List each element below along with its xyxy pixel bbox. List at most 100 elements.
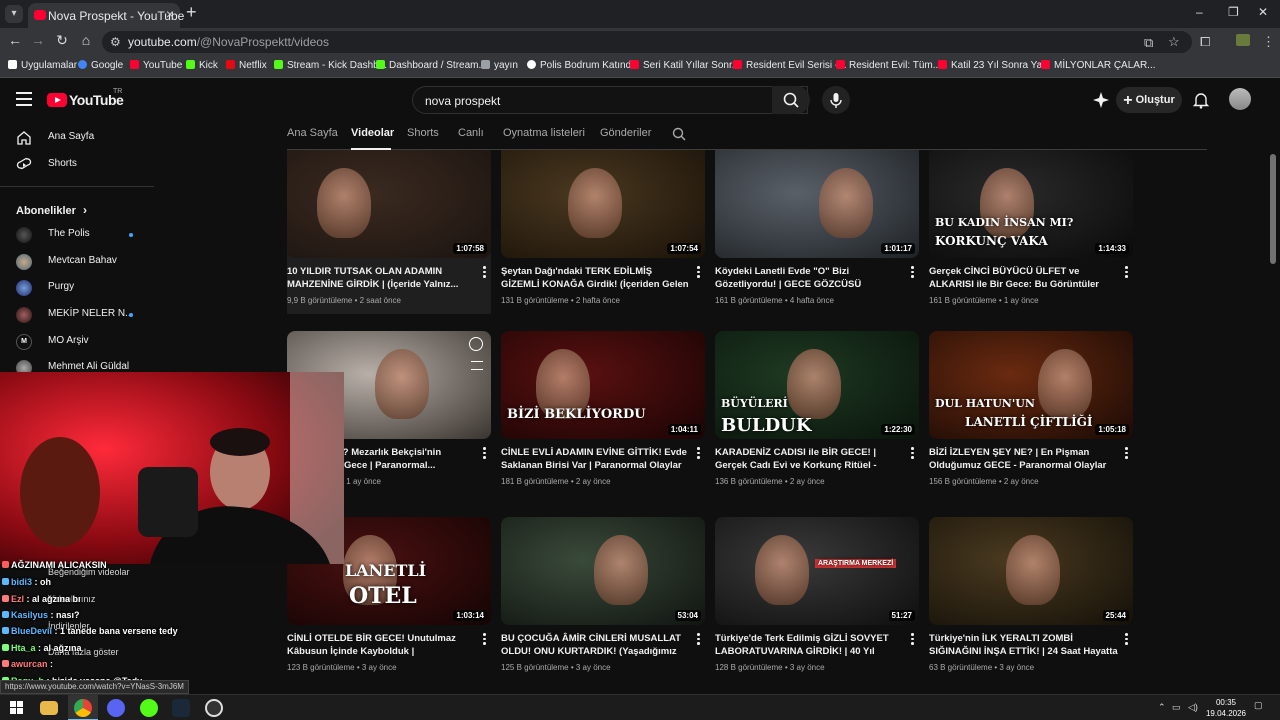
video-card[interactable]: BÜYÜLERİ BULDUK 1:22:30 KARADENİZ CADISI il… <box>715 331 919 501</box>
steam-icon[interactable] <box>172 699 190 717</box>
page-scrollbar[interactable] <box>1270 150 1276 680</box>
video-thumbnail[interactable]: 1:01:17 <box>715 150 919 258</box>
video-card[interactable]: BU KADIN İNSAN MI? KORKUNÇ VAKA 1:14:33 Ger… <box>929 150 1133 320</box>
obs-icon[interactable] <box>205 699 223 717</box>
channel-search-icon[interactable] <box>671 126 687 142</box>
search-button[interactable] <box>772 86 810 114</box>
bookmark-item[interactable]: Polis Bodrum Katınd... <box>527 60 640 71</box>
tab-posts[interactable]: Gönderiler <box>600 127 651 139</box>
video-menu-icon[interactable] <box>483 633 487 647</box>
windows-start-icon[interactable] <box>10 701 23 714</box>
tab-videos[interactable]: Videolar <box>351 127 394 139</box>
bookmark-item[interactable]: Stream - Kick Dashb... <box>274 60 387 71</box>
watch-later-clock-icon[interactable] <box>469 337 483 351</box>
reload-icon[interactable]: ↻ <box>52 32 72 49</box>
minimize-button[interactable]: – <box>1196 5 1203 19</box>
video-menu-icon[interactable] <box>697 633 701 647</box>
video-menu-icon[interactable] <box>911 266 915 280</box>
video-card[interactable]: 1:07:54 Şeytan Dağı'ndaki TERK EDİLMİŞ Gİ… <box>501 150 705 320</box>
video-thumbnail[interactable]: DUL HATUN'UN LANETLİ ÇİFTLİĞİ 1:05:18 <box>929 331 1133 439</box>
video-title[interactable]: BU ÇOCUĞA ÂMİR CİNLERİ MUSALLAT OLDU! ON… <box>501 632 691 658</box>
sidebar-item-shorts[interactable]: Shorts <box>0 152 160 178</box>
close-tab-icon[interactable]: × <box>166 6 174 22</box>
bookmark-item[interactable]: Google <box>78 60 123 71</box>
bookmark-item[interactable]: Katil 23 Yıl Sonra Ya... <box>938 60 1051 71</box>
video-title[interactable]: BİZİ İZLEYEN ŞEY NE? | En Pişman Olduğum… <box>929 446 1119 472</box>
bookmark-item[interactable]: Seri Katil Yıllar Sonr... <box>630 60 740 71</box>
restore-button[interactable]: ❐ <box>1228 5 1239 19</box>
taskbar-clock[interactable]: 00:35 19.04.2026 <box>1206 697 1246 719</box>
video-title[interactable]: Gerçek CİNCİ BÜYÜCÜ ÜLFET ve ALKARISI il… <box>929 265 1119 291</box>
new-tab-button[interactable]: + <box>186 2 197 23</box>
video-thumbnail[interactable]: 1:07:54 <box>501 150 705 258</box>
network-icon[interactable]: ▭ <box>1172 702 1181 713</box>
tab-search-icon[interactable]: ▾ <box>5 5 23 23</box>
video-thumbnail[interactable]: 1:07:58 <box>287 150 491 258</box>
bookmark-item[interactable]: Kick <box>186 60 218 71</box>
sidebar-channel[interactable]: M MO Arşiv <box>0 329 160 355</box>
bookmark-item[interactable]: YouTube <box>130 60 182 71</box>
bookmark-item[interactable]: Resident Evil Serisi -... <box>733 60 847 71</box>
bookmark-item[interactable]: Uygulamalar <box>8 60 77 71</box>
video-title[interactable]: Türkiye'nin İLK YERALTI ZOMBİ SIĞINAĞINI… <box>929 632 1119 658</box>
video-menu-icon[interactable] <box>483 266 487 280</box>
tab-live[interactable]: Canlı <box>458 127 484 139</box>
premium-sparkle-icon[interactable] <box>1092 91 1110 112</box>
browser-tab[interactable]: Nova Prospekt - YouTube × <box>28 3 184 28</box>
bookmark-item[interactable]: Dashboard / Stream... <box>376 60 487 71</box>
sidebar-channel[interactable]: MEKİP NELER N... <box>0 302 160 328</box>
forward-icon[interactable]: → <box>28 32 48 48</box>
video-title[interactable]: KARADENİZ CADISI ile BİR GECE! | Gerçek … <box>715 446 905 472</box>
sidebar-item-home[interactable]: Ana Sayfa <box>0 125 160 151</box>
video-menu-icon[interactable] <box>697 266 701 280</box>
video-menu-icon[interactable] <box>1125 447 1129 461</box>
sidebar-channel[interactable]: Purgy <box>0 275 160 301</box>
scrollbar-thumb[interactable] <box>1270 154 1276 264</box>
video-menu-icon[interactable] <box>911 633 915 647</box>
sidebar-channel[interactable]: Mevtcan Bahav <box>0 249 160 275</box>
back-icon[interactable]: ← <box>5 32 25 48</box>
video-thumbnail[interactable]: 25:44 <box>929 517 1133 625</box>
extensions-icon[interactable]: ⧠ <box>1200 34 1210 50</box>
video-card[interactable]: 25:44 Türkiye'nin İLK YERALTI ZOMBİ SIĞIN… <box>929 517 1133 687</box>
hamburger-menu-icon[interactable] <box>16 92 32 110</box>
profile-icon[interactable] <box>1236 34 1250 46</box>
video-menu-icon[interactable] <box>1125 633 1129 647</box>
create-button[interactable]: + Oluştur <box>1116 87 1182 113</box>
file-explorer-icon[interactable] <box>40 701 58 715</box>
voice-search-button[interactable] <box>822 86 850 114</box>
add-to-queue-icon[interactable] <box>471 361 483 370</box>
sidebar-channel[interactable]: The Polis <box>0 222 160 248</box>
volume-icon[interactable]: ◁) <box>1188 702 1198 713</box>
video-title[interactable]: Köydeki Lanetli Evde "O" Bizi Gözetliyor… <box>715 265 905 291</box>
video-thumbnail[interactable]: 53:04 <box>501 517 705 625</box>
video-card[interactable]: 53:04 BU ÇOCUĞA ÂMİR CİNLERİ MUSALLAT OLD… <box>501 517 705 687</box>
video-menu-icon[interactable] <box>1125 266 1129 280</box>
bookmark-item[interactable]: MİLYONLAR ÇALAR... <box>1041 60 1156 71</box>
notifications-bell-icon[interactable] <box>1192 91 1210 112</box>
video-title[interactable]: 10 YILDIR TUTSAK OLAN ADAMIN MAHZENİNE G… <box>287 265 477 291</box>
address-bar[interactable]: ⚙ youtube.com/@NovaProspektt/videos ⧉ ☆ <box>102 31 1192 53</box>
bookmark-item[interactable]: yayın <box>481 60 518 71</box>
video-card[interactable]: 1:01:17 Köydeki Lanetli Evde "O" Bizi Göz… <box>715 150 919 320</box>
video-menu-icon[interactable] <box>483 447 487 461</box>
video-thumbnail[interactable]: BÜYÜLERİ BULDUK 1:22:30 <box>715 331 919 439</box>
subscriptions-header[interactable]: Abonelikler › <box>16 203 87 217</box>
video-title[interactable]: CİNLİ OTELDE BİR GECE! Unutulmaz Kâbusun… <box>287 632 477 658</box>
tab-playlists[interactable]: Oynatma listeleri <box>503 127 585 139</box>
bookmark-item[interactable]: Netflix <box>226 60 267 71</box>
tab-home[interactable]: Ana Sayfa <box>287 127 338 139</box>
video-title[interactable]: Şeytan Dağı'ndaki TERK EDİLMİŞ GİZEMLİ K… <box>501 265 691 291</box>
video-title[interactable]: Türkiye'de Terk Edilmiş GİZLİ SOVYET LAB… <box>715 632 905 658</box>
video-title[interactable]: CİNLE EVLİ ADAMIN EVİNE GİTTİK! Evde Sak… <box>501 446 691 472</box>
video-menu-icon[interactable] <box>911 447 915 461</box>
video-thumbnail[interactable]: BU KADIN İNSAN MI? KORKUNÇ VAKA 1:14:33 <box>929 150 1133 258</box>
youtube-logo[interactable]: YouTube TR <box>47 88 124 108</box>
video-thumbnail[interactable]: ARAŞTIRMA MERKEZİ 51:27 <box>715 517 919 625</box>
discord-icon[interactable] <box>107 699 125 717</box>
install-icon[interactable]: ⧉ <box>1144 35 1153 51</box>
bookmark-star-icon[interactable]: ☆ <box>1168 34 1180 50</box>
video-card[interactable]: BİZİ BEKLİYORDU 1:04:11 CİNLE EVLİ ADAMIN … <box>501 331 705 501</box>
video-card[interactable]: 1:07:58 10 YILDIR TUTSAK OLAN ADAMIN MAHZ… <box>287 150 491 314</box>
video-menu-icon[interactable] <box>697 447 701 461</box>
